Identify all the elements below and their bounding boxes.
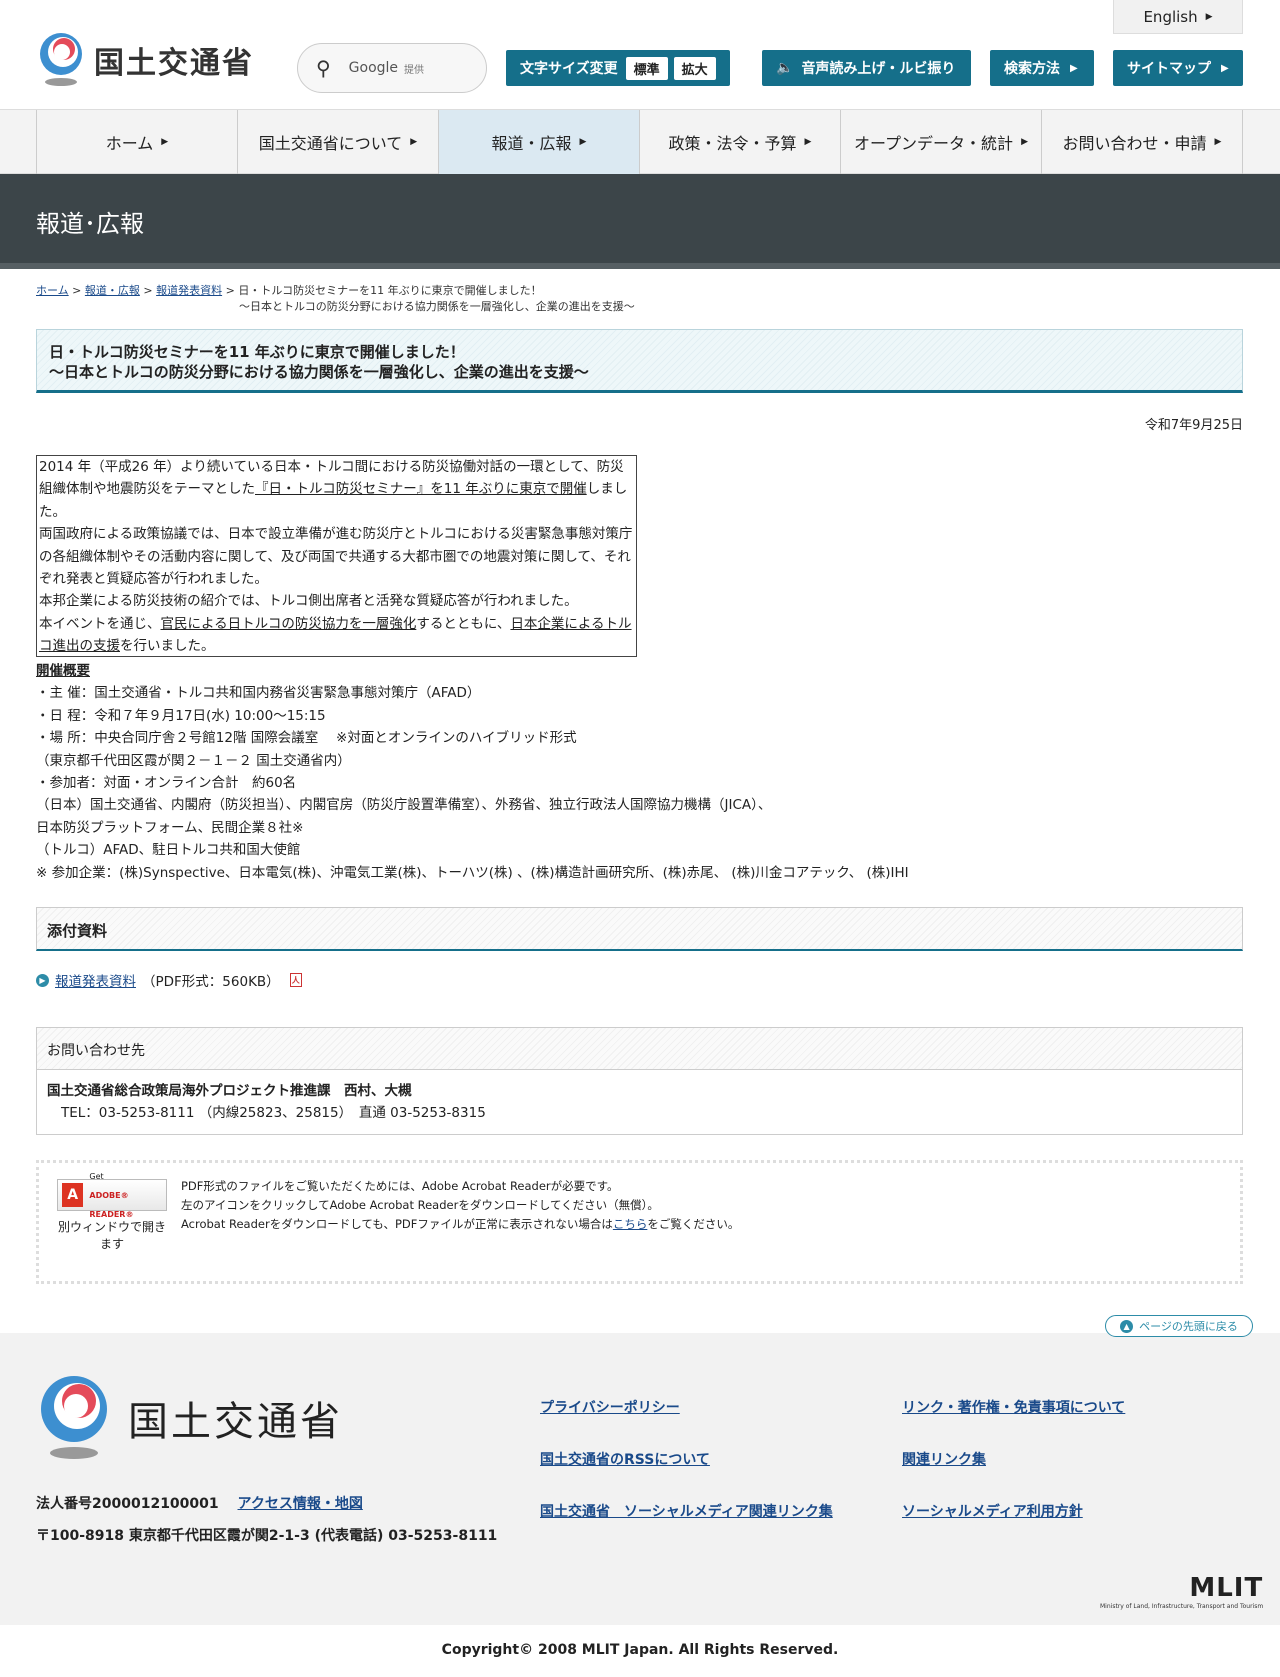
font-size-control: 文字サイズ変更 標準 拡大 (506, 50, 730, 86)
overview-line: （トルコ）AFAD、駐日トルコ共和国大使館 (36, 842, 301, 859)
search-provider-sub: 提供 (404, 64, 425, 76)
get-adobe-reader-button[interactable]: A Get ADOBE® READER® (57, 1172, 167, 1219)
arrow-right-icon: ▶ (1070, 62, 1078, 74)
overview-line: ・参加者：対面・オンライン合計 約60名 (36, 775, 297, 792)
arrow-right-icon: ▶ (161, 137, 169, 147)
sitemap-button[interactable]: サイトマップ ▶ (1113, 50, 1243, 86)
overview-line: ・主 催：国土交通省・トルコ共和国内務省災害緊急事態対策庁（AFAD） (36, 685, 481, 702)
overview-line: （日本）国土交通省、内閣府（防災担当）、内閣官房（防災庁設置準備室）、外務省、独… (36, 797, 772, 814)
mlit-logo-icon (36, 1375, 114, 1460)
attachments-heading: 添付資料 (36, 907, 1243, 951)
article-title-line2: ～日本とトルコの防災分野における協力関係を一層強化し、企業の進出を支援～ (49, 363, 589, 381)
mlit-logo-icon (36, 32, 86, 87)
mlit-wordmark: MLIT Ministry of Land, Infrastructure, T… (1100, 1573, 1264, 1610)
footer-logo-text: 国土交通省 (128, 1398, 343, 1445)
breadcrumb-home[interactable]: ホーム (36, 284, 69, 297)
nav-item-home[interactable]: ホーム ▶ (36, 110, 237, 174)
search-icon: ⚲ (316, 56, 331, 80)
breadcrumb: ホーム > 報道・広報 > 報道発表資料 > 日・トルコ防災セミナーを11 年ぶ… (36, 284, 635, 313)
nav-item-opendata[interactable]: オープンデータ・統計 ▶ (840, 110, 1041, 174)
arrow-right-icon: ▶ (410, 137, 418, 147)
page-title: 報道･広報 (36, 210, 144, 238)
article-heading: 日・トルコ防災セミナーを11 年ぶりに東京で開催しました！ ～日本とトルコの防災… (36, 329, 1243, 393)
summary-highlight: 官民による日トルコの防災協力を一層強化 (160, 615, 417, 632)
arrow-right-icon: ▶ (804, 137, 812, 147)
page-title-band: 報道･広報 (0, 174, 1280, 269)
contact-heading: お問い合わせ先 (37, 1028, 1242, 1070)
new-window-caption: 別ウィンドウで開きます (57, 1220, 166, 1251)
summary-box: 2014 年（平成26 年）より続いている日本・トルコ間における防災協働対話の一… (36, 455, 637, 657)
overview-line: ※ 参加企業：(株)Synspective、日本電気(株)、沖電気工業(株)、ト… (36, 864, 909, 881)
global-nav: ホーム ▶ 国土交通省について ▶ 報道・広報 ▶ 政策・法令・予算 ▶ オープンデータ… (0, 110, 1280, 174)
font-size-large-button[interactable]: 拡大 (673, 56, 716, 80)
search-method-button[interactable]: 検索方法 ▶ (990, 50, 1094, 86)
footer-link-social-policy[interactable]: ソーシャルメディア利用方針 (902, 1501, 1083, 1521)
summary-highlight: 『日・トルコ防災セミナー』を11 年ぶりに東京で開催 (255, 481, 587, 498)
breadcrumb-releases[interactable]: 報道発表資料 (156, 284, 222, 297)
attachment-meta: （PDF形式：560KB） (142, 974, 280, 990)
overview-heading: 開催概要 (36, 663, 90, 679)
breadcrumb-current-sub: ～日本とトルコの防災分野における協力関係を一層強化し、企業の進出を支援～ (239, 300, 635, 313)
font-size-standard-button[interactable]: 標準 (625, 56, 668, 80)
contact-org: 国土交通省総合政策局海外プロジェクト推進課 西村、大槻 (47, 1083, 412, 1099)
link-arrow-icon: ▶ (36, 973, 49, 987)
nav-item-press[interactable]: 報道・広報 ▶ (438, 110, 639, 174)
arrow-up-icon: ▲ (1120, 1319, 1134, 1333)
site-logo-text: 国土交通省 (94, 45, 254, 81)
site-logo[interactable]: 国土交通省 (36, 32, 254, 87)
pdf-icon: 人 (289, 973, 302, 987)
arrow-right-icon: ▶ (1214, 137, 1222, 147)
site-header: 国土交通省 ⚲ Google 提供 文字サイズ変更 標準 拡大 🔈 音声読み上げ… (0, 0, 1280, 110)
arrow-right-icon: ▶ (1021, 137, 1028, 147)
access-map-link[interactable]: アクセス情報・地図 (238, 1496, 363, 1512)
overview-line: ・日 程：令和７年９月17日(水) 10:00～15:15 (36, 707, 326, 724)
article-title-line1: 日・トルコ防災セミナーを11 年ぶりに東京で開催しました！ (49, 343, 465, 361)
footer-address: 〒100-8918 東京都千代田区霞が関2-1-3 (代表電話) 03-5253… (36, 1528, 498, 1544)
adobe-logo-icon: A (62, 1183, 84, 1207)
footer-logo[interactable]: 国土交通省 (36, 1375, 343, 1460)
overview-line: （東京都千代田区霞が関２－１－２ 国土交通省内） (36, 752, 351, 769)
speech-ruby-button[interactable]: 🔈 音声読み上げ・ルビ振り (762, 50, 971, 86)
breadcrumb-current: 日・トルコ防災セミナーを11 年ぶりに東京で開催しました！ (238, 284, 542, 297)
footer-link-copyright[interactable]: リンク・著作権・免責事項について (902, 1397, 1125, 1417)
google-search-box[interactable]: ⚲ Google 提供 (297, 43, 487, 93)
nav-item-about[interactable]: 国土交通省について ▶ (237, 110, 438, 174)
corp-number: 法人番号2000012100001 アクセス情報・地図 (36, 1496, 363, 1512)
overview-line: ・場 所：中央合同庁舎２号館12階 国際会議室 ※対面とオンラインのハイブリッド… (36, 730, 577, 747)
site-footer: 国土交通省 法人番号2000012100001 アクセス情報・地図 〒100-8… (0, 1333, 1280, 1625)
attachment-link[interactable]: 報道発表資料 (55, 970, 136, 990)
arrow-right-icon: ▶ (1205, 11, 1213, 22)
acrobat-help-link[interactable]: こちら (613, 1217, 648, 1231)
footer-link-social-links[interactable]: 国土交通省 ソーシャルメディア関連リンク集 (540, 1501, 833, 1521)
arrow-right-icon: ▶ (1221, 62, 1229, 74)
nav-item-contact[interactable]: お問い合わせ・申請 ▶ (1041, 110, 1243, 174)
contact-tel: TEL：03-5253-8111 （内線25823、25815） 直通 03-5… (61, 1105, 486, 1121)
arrow-right-icon: ▶ (579, 137, 587, 147)
publish-date: 令和7年9月25日 (1144, 418, 1243, 433)
back-to-top-button[interactable]: ▲ ページの先頭に戻る (1105, 1315, 1253, 1337)
acrobat-notice: A Get ADOBE® READER® 別ウィンドウで開きます PDF形式のフ… (36, 1160, 1243, 1284)
contact-box: お問い合わせ先 国土交通省総合政策局海外プロジェクト推進課 西村、大槻 TEL：… (36, 1027, 1243, 1135)
overview-line: 日本防災プラットフォーム、民間企業８社※ (36, 819, 304, 836)
footer-link-related[interactable]: 関連リンク集 (902, 1449, 986, 1469)
event-overview: 開催概要 ・主 催：国土交通省・トルコ共和国内務省災害緊急事態対策庁（AFAD）… (36, 660, 1236, 884)
copyright: Copyright© 2008 MLIT Japan. All Rights R… (441, 1642, 839, 1658)
english-button[interactable]: English ▶ (1113, 0, 1243, 34)
font-size-label: 文字サイズ変更 (520, 61, 618, 77)
nav-item-policy[interactable]: 政策・法令・予算 ▶ (639, 110, 840, 174)
attachment-item: ▶ 報道発表資料 （PDF形式：560KB） 人 (36, 970, 302, 990)
breadcrumb-press[interactable]: 報道・広報 (85, 284, 140, 297)
footer-link-privacy[interactable]: プライバシーポリシー (540, 1397, 680, 1417)
search-provider-label: Google (348, 60, 399, 76)
speaker-icon: 🔈 (776, 60, 794, 76)
footer-link-rss[interactable]: 国土交通省のRSSについて (540, 1449, 710, 1469)
